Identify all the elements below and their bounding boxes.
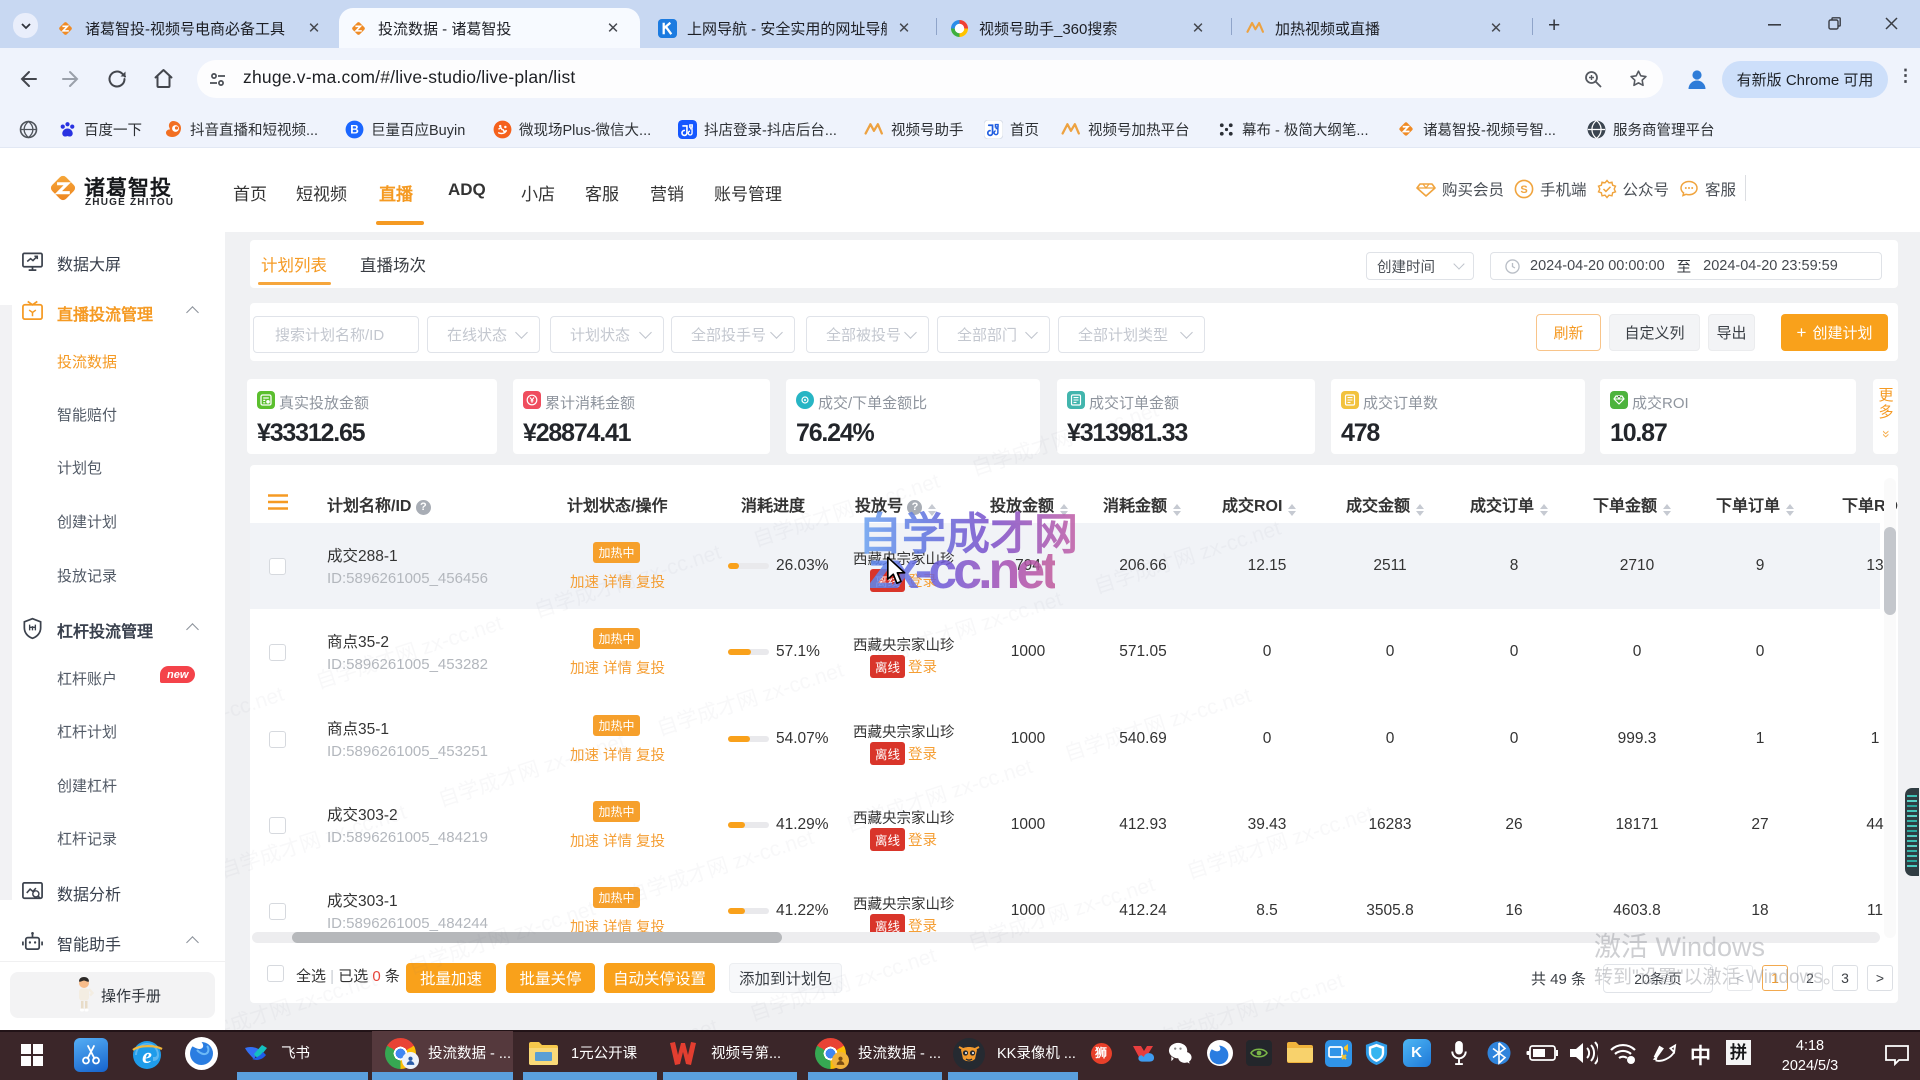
svg-text:B: B bbox=[350, 122, 359, 136]
svg-text:S: S bbox=[1520, 184, 1527, 196]
